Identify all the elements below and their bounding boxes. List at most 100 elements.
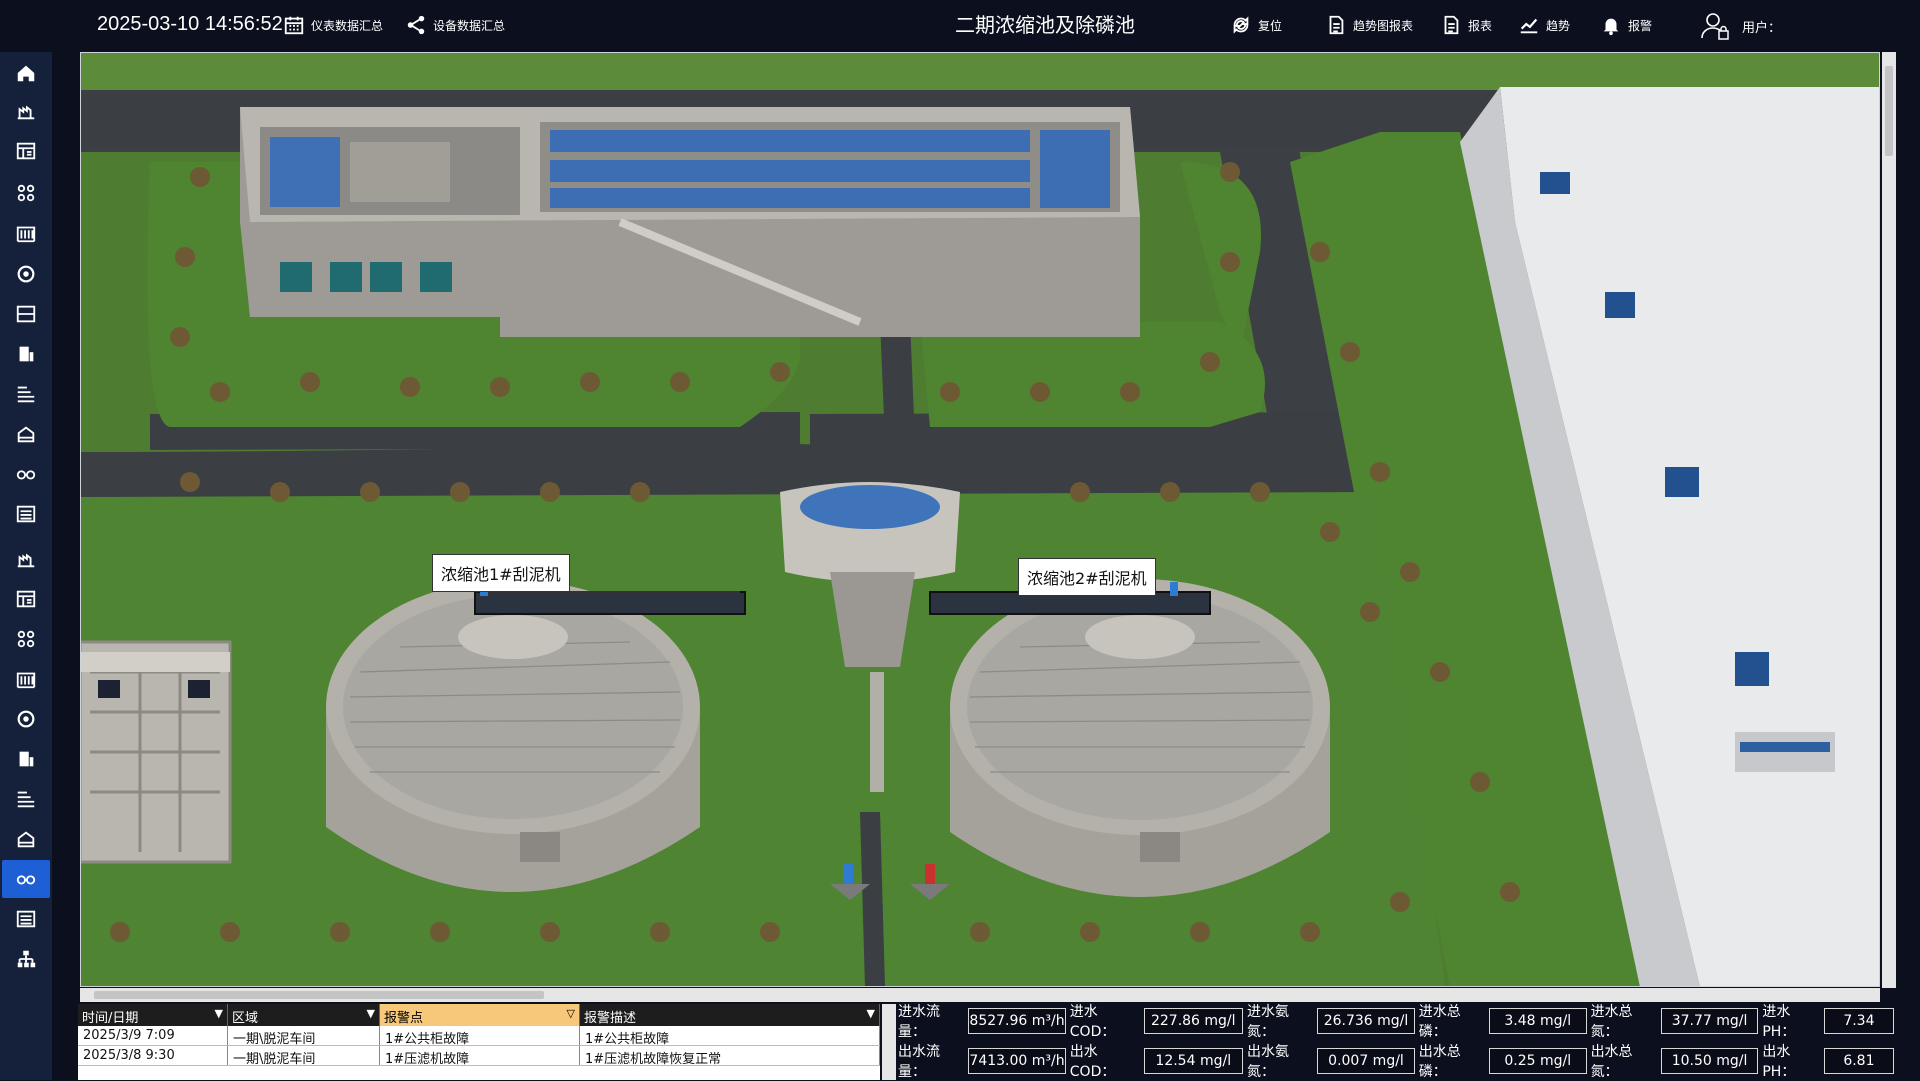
nodes-icon — [17, 184, 35, 202]
outflow-row: 出水流量： 7413.00 m³/h 出水COD： 12.54 mg/l 出水氨氮：… — [898, 1044, 1898, 1080]
column-header-time[interactable]: 时间/日期 ▼ — [78, 1004, 228, 1026]
reset-button[interactable]: 复位 — [1230, 13, 1282, 37]
alarm-table: 时间/日期 ▼ 区域 ▼ 报警点 ▽ 报警描述 ▼ 2025/3/9 7:09 一期\脱… — [78, 1004, 880, 1080]
report-icon — [1444, 15, 1459, 35]
process-icon — [17, 791, 35, 808]
outflow-cod-value: 12.54 mg/l — [1143, 1048, 1243, 1074]
sidebar-item-18[interactable] — [2, 740, 50, 778]
outflow-ammonia: 出水氨氮： 0.007 mg/l — [1247, 1041, 1415, 1081]
cell-area: 一期\脱泥车间 — [228, 1046, 380, 1065]
cell-time: 2025/3/8 9:30 — [78, 1046, 228, 1065]
trend-report-label: 趋势图报表 — [1353, 18, 1414, 33]
plant-3d-view[interactable]: 浓缩池1#刮泥机 浓缩池2#刮泥机 — [80, 52, 1880, 987]
scraper-1-label[interactable]: 浓缩池1#刮泥机 — [432, 554, 570, 592]
sidebar-item-21[interactable] — [2, 860, 50, 898]
sidebar-item-8[interactable] — [2, 335, 50, 373]
outflow-flow: 出水流量： 7413.00 m³/h — [898, 1044, 1066, 1080]
column-header-description[interactable]: 报警描述 ▼ — [580, 1004, 880, 1026]
cell-area: 一期\脱泥车间 — [228, 1026, 380, 1045]
table-row[interactable]: 2025/3/8 9:30 一期\脱泥车间 1#压滤机故障 1#压滤机故障恢复正… — [78, 1046, 880, 1066]
sidebar-item-2[interactable] — [2, 92, 50, 130]
sidebar-item-15[interactable] — [2, 620, 50, 658]
report-label: 报表 — [1468, 18, 1493, 33]
user-label: 用户： — [1742, 20, 1782, 36]
sidebar-item-3[interactable] — [2, 132, 50, 170]
sidebar-item-1[interactable] — [2, 54, 50, 92]
sidebar-item-5[interactable] — [2, 214, 50, 252]
inflow-ph: 进水PH： 7.34 — [1762, 1001, 1895, 1041]
panel-icon — [16, 590, 36, 608]
outflow-ph: 出水PH： 6.81 — [1762, 1041, 1895, 1081]
building-icon — [16, 226, 36, 243]
trend-icon — [1520, 18, 1538, 34]
sidebar-item-14[interactable] — [2, 580, 50, 618]
sidebar-item-10[interactable] — [2, 415, 50, 453]
sidebar-item-23[interactable] — [2, 940, 50, 978]
list-icon — [16, 505, 36, 523]
sidebar-item-11[interactable] — [2, 455, 50, 493]
list-icon — [16, 910, 36, 928]
sidebar-item-17[interactable] — [2, 700, 50, 738]
column-header-area[interactable]: 区域 ▼ — [228, 1004, 380, 1026]
sidebar-item-20[interactable] — [2, 820, 50, 858]
sidebar-item-12[interactable] — [2, 495, 50, 533]
trend-button[interactable]: 趋势 — [1518, 13, 1570, 37]
sidebar-item-7[interactable] — [2, 295, 50, 333]
horizontal-scroll-thumb[interactable] — [94, 991, 544, 999]
filter-icon[interactable]: ▼ — [215, 1007, 223, 1020]
inflow-tn: 进水总氮： 37.77 mg/l — [1591, 1001, 1759, 1041]
sidebar-item-19[interactable] — [2, 780, 50, 818]
inflow-flow: 进水流量： 8527.96 m³/h — [898, 1004, 1066, 1040]
inflow-cod-value: 227.86 mg/l — [1143, 1008, 1243, 1034]
inflow-cod: 进水COD： 227.86 mg/l — [1070, 1001, 1243, 1041]
report-button[interactable]: 报表 — [1440, 13, 1492, 37]
blower-icon — [17, 265, 35, 283]
refresh-icon — [1233, 16, 1249, 34]
page-title: 二期浓缩池及除磷池 — [955, 13, 1135, 37]
vertical-scrollbar[interactable] — [1882, 52, 1896, 988]
vertical-scroll-thumb[interactable] — [1885, 66, 1893, 156]
share-icon — [407, 15, 425, 35]
sidebar-item-6[interactable] — [2, 255, 50, 293]
inflow-tp-value: 3.48 mg/l — [1489, 1008, 1587, 1034]
tank-icon — [19, 751, 34, 767]
filter-icon[interactable]: ▽ — [567, 1007, 575, 1020]
cell-alarm-point: 1#压滤机故障 — [380, 1046, 580, 1065]
alarm-table-scrollbar[interactable] — [882, 1004, 896, 1080]
plant-scene-drawing — [80, 52, 1880, 987]
house-icon — [17, 426, 35, 443]
column-header-alarm-point[interactable]: 报警点 ▽ — [380, 1004, 580, 1026]
alarm-label: 报警 — [1628, 18, 1653, 33]
meter-summary-button[interactable]: 仪表数据汇总 — [283, 13, 383, 37]
sidebar-item-16[interactable] — [2, 660, 50, 698]
outflow-tn-value: 10.50 mg/l — [1660, 1048, 1759, 1074]
alarm-button[interactable]: 报警 — [1600, 13, 1652, 37]
alarm-table-header: 时间/日期 ▼ 区域 ▼ 报警点 ▽ 报警描述 ▼ — [78, 1004, 880, 1026]
outflow-ammonia-value: 0.007 mg/l — [1317, 1048, 1415, 1074]
outflow-tn: 出水总氮： 10.50 mg/l — [1591, 1041, 1759, 1081]
inflow-tn-value: 37.77 mg/l — [1660, 1008, 1759, 1034]
sidebar-item-22[interactable] — [2, 900, 50, 938]
glasses-icon — [16, 875, 36, 885]
equipment-summary-button[interactable]: 设备数据汇总 — [405, 13, 505, 37]
sidebar-item-9[interactable] — [2, 375, 50, 413]
user-area[interactable]: 用户： — [1700, 11, 1781, 41]
plant-icon — [17, 105, 35, 120]
filter-icon[interactable]: ▼ — [867, 1007, 875, 1020]
scraper-2-label[interactable]: 浓缩池2#刮泥机 — [1018, 558, 1156, 596]
trend-report-button[interactable]: 趋势图报表 — [1325, 13, 1413, 37]
table-row[interactable]: 2025/3/9 7:09 一期\脱泥车间 1#公共柜故障 1#公共柜故障 — [78, 1026, 880, 1046]
filter-icon[interactable]: ▼ — [367, 1007, 375, 1020]
meter-summary-label: 仪表数据汇总 — [311, 18, 384, 33]
trend-label: 趋势 — [1546, 18, 1571, 33]
org-icon — [17, 950, 36, 968]
sidebar-item-4[interactable] — [2, 174, 50, 212]
horizontal-scrollbar[interactable] — [80, 988, 1880, 1002]
user-lock-icon — [1701, 13, 1729, 40]
outflow-flow-value: 7413.00 m³/h — [968, 1048, 1066, 1074]
bell-icon — [1603, 18, 1619, 36]
inflow-tp: 进水总磷： 3.48 mg/l — [1419, 1001, 1587, 1041]
cell-time: 2025/3/9 7:09 — [78, 1026, 228, 1045]
cell-description: 1#公共柜故障 — [580, 1026, 880, 1045]
sidebar-item-13[interactable] — [2, 540, 50, 578]
